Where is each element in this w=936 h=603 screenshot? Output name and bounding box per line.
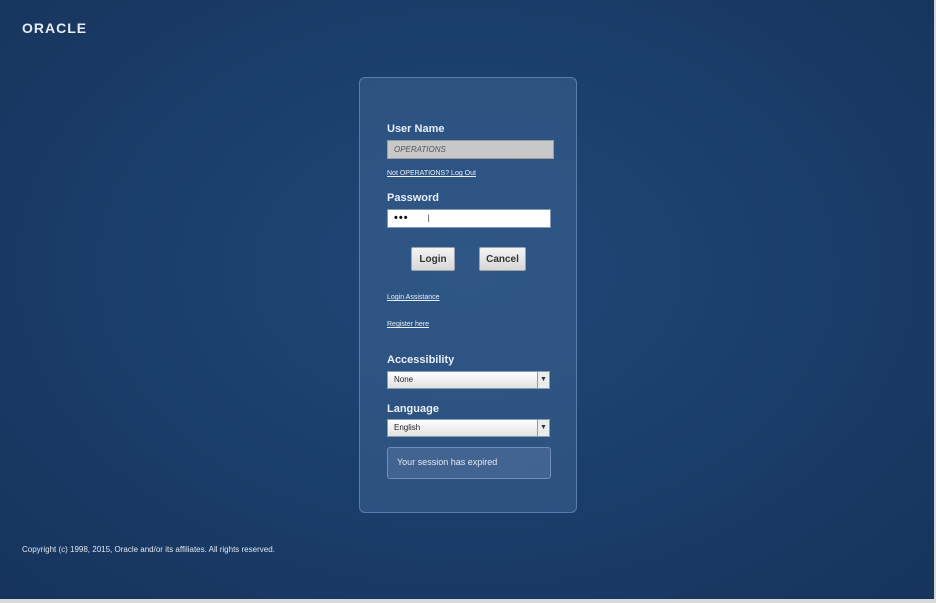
accessibility-label: Accessibility [387, 354, 455, 366]
username-field[interactable]: OPERATIONS [387, 140, 554, 159]
chevron-down-icon[interactable]: ▼ [537, 372, 549, 388]
register-link[interactable]: Register here [387, 321, 429, 328]
not-user-logout-link[interactable]: Not OPERATIONS? Log Out [387, 170, 476, 177]
accessibility-select-value: None [394, 375, 414, 384]
session-status-message: Your session has expired [387, 447, 551, 479]
accessibility-select[interactable]: None ▼ [387, 371, 550, 389]
chevron-down-icon[interactable]: ▼ [537, 420, 549, 436]
text-cursor-icon: I [427, 213, 431, 225]
cancel-button[interactable]: Cancel [479, 247, 526, 271]
oracle-logo: ORACLE [22, 20, 88, 36]
login-assistance-link[interactable]: Login Assistance [387, 294, 440, 301]
page-background: ORACLE User Name OPERATIONS Not OPERATIO… [0, 0, 936, 603]
copyright-text: Copyright (c) 1998, 2015, Oracle and/or … [22, 545, 275, 554]
password-label: Password [387, 192, 439, 204]
username-label: User Name [387, 123, 445, 135]
language-label: Language [387, 403, 439, 415]
login-panel: User Name OPERATIONS Not OPERATIONS? Log… [359, 77, 577, 513]
language-select-value: English [394, 423, 421, 432]
login-button[interactable]: Login [411, 247, 455, 271]
language-select[interactable]: English ▼ [387, 419, 550, 437]
password-field[interactable]: ••• [387, 209, 551, 228]
